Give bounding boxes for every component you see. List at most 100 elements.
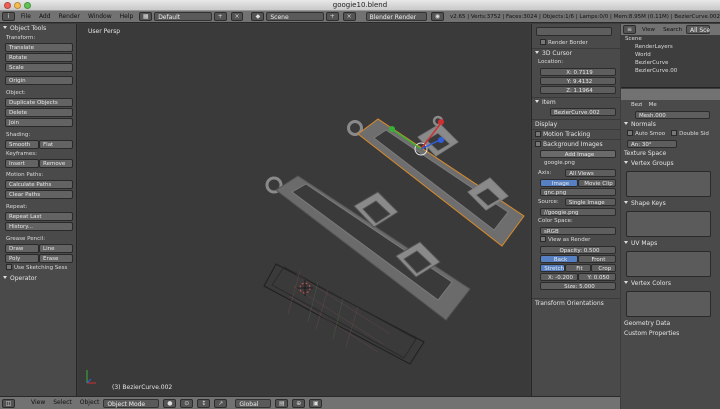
outliner-item-world[interactable]: World — [621, 51, 720, 59]
snap-icon[interactable]: ⊕ — [292, 398, 306, 408]
flat-button[interactable]: Flat — [39, 140, 73, 149]
geometry-data-header[interactable]: Geometry Data — [621, 319, 720, 329]
operator-panel-header[interactable]: Operator — [0, 274, 76, 284]
mesh-name-field[interactable]: Mesh.000 — [635, 111, 710, 119]
crop-button[interactable]: Crop — [590, 264, 616, 272]
menu-window[interactable]: Window — [84, 11, 116, 22]
insert-button[interactable]: Insert — [5, 159, 39, 168]
3d-viewport[interactable]: User Persp (3) BezierCurve.002 — [78, 24, 530, 396]
screen-layout-icon[interactable]: ▦ — [139, 12, 153, 21]
duplicate-objects-button[interactable]: Duplicate Objects — [5, 98, 73, 107]
scene-field[interactable]: Scene — [266, 12, 324, 21]
outliner-menu-view[interactable]: View — [638, 24, 659, 35]
outliner-menu-search[interactable]: Search — [659, 24, 686, 35]
vertex-colors-header[interactable]: Vertex Colors — [621, 279, 720, 289]
orientation-select[interactable]: Global — [235, 398, 272, 408]
render-border-checkbox[interactable]: Render Border — [532, 39, 620, 48]
erase-button[interactable]: Erase — [39, 254, 73, 263]
history-button[interactable]: History... — [5, 222, 73, 231]
line-button[interactable]: Line — [39, 244, 73, 253]
translate-manipulator-icon[interactable]: ↗ — [214, 398, 228, 408]
opacity-slider[interactable]: Opacity: 0.500 — [540, 246, 616, 254]
bg-image-name[interactable]: googie.png — [532, 159, 620, 168]
render-preview-icon[interactable]: ▣ — [309, 398, 323, 408]
remove-layout-icon[interactable]: × — [230, 12, 244, 21]
remove-scene-icon[interactable]: × — [342, 12, 356, 21]
normals-header[interactable]: Normals — [621, 120, 720, 130]
render-engine-select[interactable]: Blender Render — [365, 12, 428, 21]
viewport-canvas[interactable] — [78, 24, 530, 396]
texture-space-header[interactable]: Texture Space — [621, 149, 720, 159]
context-mesh[interactable]: Me — [643, 101, 657, 110]
outliner-item-renderlayers[interactable]: RenderLayers — [621, 43, 720, 51]
3d-view-editor-icon[interactable]: ◫ — [2, 398, 15, 408]
motion-tracking-header[interactable]: Motion Tracking — [532, 129, 620, 139]
background-images-header[interactable]: Background Images — [532, 139, 620, 149]
delete-button[interactable]: Delete — [5, 108, 73, 117]
color-space-select[interactable]: sRGB — [540, 227, 616, 235]
display-header[interactable]: Display — [532, 119, 620, 129]
layers-icon[interactable]: ▤ — [275, 398, 289, 408]
screen-layout-field[interactable]: Default — [154, 12, 212, 21]
cursor-y-field[interactable]: Y: 9.4132 — [540, 77, 616, 85]
x-offset-field[interactable]: X: -0.200 — [540, 273, 578, 281]
uv-maps-list[interactable] — [626, 251, 711, 277]
vertex-groups-list[interactable] — [626, 171, 711, 197]
3d-cursor-header[interactable]: 3D Cursor — [532, 48, 620, 58]
menu-select[interactable]: Select — [49, 397, 76, 409]
add-scene-icon[interactable]: + — [325, 12, 339, 21]
shape-keys-list[interactable] — [626, 211, 711, 237]
origin-button[interactable]: Origin — [5, 76, 73, 85]
back-button[interactable]: Back — [540, 255, 578, 263]
menu-object[interactable]: Object — [76, 397, 104, 409]
image-file-field[interactable]: gnc.png — [540, 188, 616, 196]
panel-top-field[interactable] — [536, 27, 612, 36]
repeat-last-button[interactable]: Repeat Last — [5, 212, 73, 221]
context-curve[interactable]: Bezi — [625, 101, 643, 110]
manipulator-icon[interactable]: ↕ — [197, 398, 211, 408]
poly-button[interactable]: Poly — [5, 254, 39, 263]
join-button[interactable]: Join — [5, 118, 73, 127]
mode-select[interactable]: Object Mode — [103, 398, 160, 408]
clear-paths-button[interactable]: Clear Paths — [5, 190, 73, 199]
axis-select[interactable]: All Views — [565, 169, 616, 177]
item-header[interactable]: Item — [532, 97, 620, 107]
size-field[interactable]: Size: 5.000 — [540, 282, 616, 290]
outliner-filter-select[interactable]: All Sce — [685, 25, 710, 34]
transform-orientations-header[interactable]: Transform Orientations — [532, 298, 620, 308]
editor-type-icon[interactable]: i — [2, 12, 15, 21]
uv-maps-header[interactable]: UV Maps — [621, 239, 720, 249]
add-image-button[interactable]: Add Image — [540, 150, 616, 158]
tab-image[interactable]: Image — [540, 179, 578, 187]
angle-field[interactable]: An: 30° — [627, 140, 677, 148]
fit-button[interactable]: Fit — [565, 264, 591, 272]
item-name-field[interactable]: BezierCurve.002 — [550, 108, 616, 116]
tool-shelf-title[interactable]: Object Tools — [0, 24, 76, 34]
cursor-x-field[interactable]: X: 0.7119 — [540, 68, 616, 76]
menu-file[interactable]: File — [17, 11, 35, 22]
translate-button[interactable]: Translate — [5, 43, 73, 52]
custom-properties-header[interactable]: Custom Properties — [621, 329, 720, 339]
front-button[interactable]: Front — [578, 255, 616, 263]
rotate-button[interactable]: Rotate — [5, 53, 73, 62]
double-sided-checkbox[interactable]: Double Sid — [665, 130, 709, 139]
view-as-render-checkbox[interactable]: View as Render — [532, 236, 620, 245]
draw-button[interactable]: Draw — [5, 244, 39, 253]
menu-help[interactable]: Help — [116, 11, 138, 22]
use-sketching-checkbox[interactable]: Use Sketching Sess — [0, 264, 76, 273]
menu-add[interactable]: Add — [35, 11, 55, 22]
auto-smooth-checkbox[interactable]: Auto Smoo — [621, 130, 665, 139]
tab-movie-clip[interactable]: Movie Clip — [578, 179, 616, 187]
remove-button[interactable]: Remove — [39, 159, 73, 168]
vertex-colors-list[interactable] — [626, 291, 711, 317]
add-layout-icon[interactable]: + — [213, 12, 227, 21]
pivot-icon[interactable]: ⊙ — [180, 398, 194, 408]
menu-render[interactable]: Render — [55, 11, 84, 22]
image-path-field[interactable]: //googie.png — [540, 208, 616, 216]
smooth-button[interactable]: Smooth — [5, 140, 39, 149]
source-select[interactable]: Single Image — [564, 198, 616, 206]
stretch-button[interactable]: Stretch — [540, 264, 566, 272]
properties-tabs-bar[interactable] — [621, 89, 720, 100]
scale-button[interactable]: Scale — [5, 63, 73, 72]
menu-view[interactable]: View — [27, 397, 49, 409]
